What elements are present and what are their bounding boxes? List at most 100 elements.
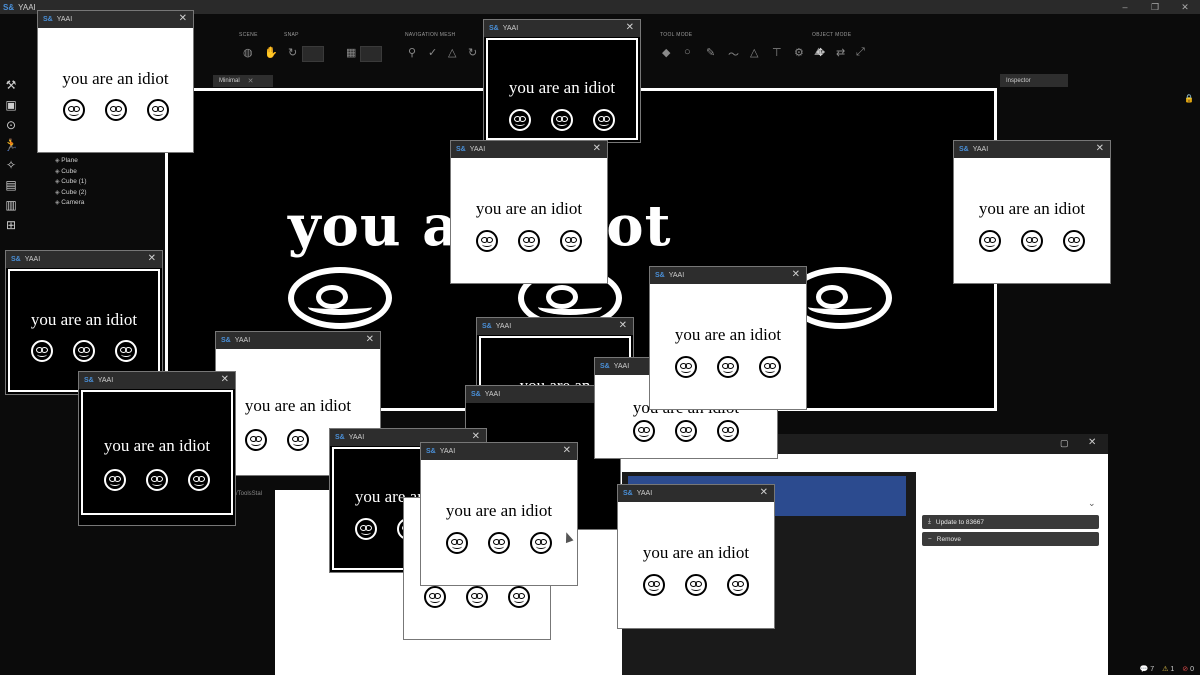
popup-close-icon[interactable]: ✕ [760, 487, 768, 498]
snap-icon[interactable]: ↻ [288, 46, 297, 59]
grid-value-input[interactable] [358, 46, 384, 62]
tab-minimal[interactable]: Minimal ✕ [213, 75, 273, 87]
scale-icon[interactable]: ⤢ [856, 46, 865, 59]
smiley-icon [675, 356, 697, 378]
popup-logo: S& [221, 337, 231, 344]
remove-button[interactable]: − Remove [922, 532, 1099, 546]
popup-close-icon[interactable]: ✕ [792, 269, 800, 280]
popup-close-icon[interactable]: ✕ [1096, 143, 1104, 154]
lock-icon[interactable]: 🔒 [1184, 94, 1194, 103]
tab-close-icon[interactable]: ✕ [248, 77, 254, 85]
close-icon[interactable]: ✕ [1170, 0, 1200, 14]
circle-icon[interactable]: ○ [684, 46, 691, 58]
popup-window[interactable]: S&YAAI ✕ you are an idiot [649, 266, 807, 410]
wand-icon[interactable]: ✧ [0, 158, 22, 178]
move-icon[interactable]: ✥ [816, 46, 825, 59]
smiley-icon [685, 574, 707, 596]
panel-icon[interactable]: ▥ [0, 198, 22, 218]
hand-icon[interactable]: ✋ [264, 46, 278, 59]
popup-close-icon[interactable]: ✕ [626, 22, 634, 33]
popup-logo: S& [11, 256, 21, 263]
smiley-icon [424, 586, 446, 608]
polygon-icon[interactable]: △ [750, 46, 758, 59]
popup-window[interactable]: S&YAAI ✕ you are an idiot [450, 140, 608, 284]
maximize-icon[interactable]: ❐ [1140, 0, 1170, 14]
smiley-icon [287, 429, 309, 451]
smiley-row [404, 586, 550, 608]
rotate-icon[interactable]: ⇄ [836, 46, 845, 59]
smiley-icon [643, 574, 665, 596]
big-smiley-icon [288, 267, 392, 329]
errors-count[interactable]: ⊘ 0 [1182, 665, 1194, 673]
minimize-icon[interactable]: – [1110, 0, 1140, 14]
layout-icon[interactable]: ▤ [0, 178, 22, 198]
popup-close-icon[interactable]: ✕ [179, 13, 187, 24]
line-icon[interactable]: 〜 [728, 46, 739, 62]
update-button[interactable]: ⤓ Update to 83667 [922, 515, 1099, 529]
gear-icon[interactable]: ⚙ [794, 46, 804, 59]
popup-title: YAAI [972, 146, 989, 153]
popup-close-icon[interactable]: ✕ [563, 445, 571, 456]
popup-header: S&YAAI ✕ [216, 332, 380, 349]
smiley-icon [508, 586, 530, 608]
hierarchy-item[interactable]: Camera [55, 198, 87, 209]
smiley-icon [146, 99, 169, 121]
popup-close-icon[interactable]: ✕ [221, 374, 229, 385]
popup-close-icon[interactable]: ✕ [366, 334, 374, 345]
popup-title: YAAI [97, 377, 114, 384]
smiley-icon [476, 230, 498, 252]
close-icon[interactable]: ✕ [1088, 437, 1096, 448]
popup-window[interactable]: S&YAAI ✕ you are an idiot [953, 140, 1111, 284]
smiley-icon [146, 469, 168, 491]
apps-icon[interactable]: ⊞ [0, 218, 22, 238]
triangle-icon[interactable]: △ [448, 46, 456, 59]
smiley-icon [488, 532, 510, 554]
popup-close-icon[interactable]: ✕ [148, 253, 156, 264]
grid-icon[interactable]: ▦ [346, 46, 356, 59]
console-text: /ToolsStal [236, 491, 263, 497]
popup-close-icon[interactable]: ✕ [472, 431, 480, 442]
popup-window[interactable]: S&YAAI ✕ you are an idiot [420, 442, 578, 586]
popup-window[interactable]: S&YAAI ✕ you are an idiot [78, 371, 236, 526]
tools-icon[interactable]: ⚒ [0, 78, 22, 98]
brush-icon[interactable]: ✎ [706, 46, 715, 59]
hierarchy-item[interactable]: Plane [55, 156, 87, 167]
tab-inspector[interactable]: Inspector [1000, 74, 1068, 87]
smiley-icon [188, 469, 210, 491]
check-icon[interactable]: ✓ [428, 46, 437, 59]
popup-title: YAAI [484, 391, 501, 398]
popup-close-icon[interactable]: ✕ [619, 320, 627, 331]
globe-icon[interactable]: ◍ [243, 46, 253, 59]
smiley-icon [633, 420, 655, 442]
maximize-icon[interactable]: ▢ [1060, 438, 1069, 449]
hierarchy-item[interactable]: Cube (1) [55, 177, 86, 188]
hierarchy-item[interactable]: Cube (2) [55, 188, 86, 199]
hierarchy-item[interactable]: Cube [55, 167, 87, 178]
run-icon[interactable]: 🏃 [0, 138, 22, 158]
smiley-row [650, 356, 806, 378]
app-title: YAAI [18, 2, 36, 12]
chevron-down-icon[interactable]: ⌄ [1088, 498, 1096, 509]
popup-logo: S& [471, 391, 481, 398]
warnings-count[interactable]: ⚠ 1 [1162, 665, 1174, 673]
walk-icon[interactable]: ⚲ [408, 46, 416, 59]
target-icon[interactable]: ⊙ [0, 118, 22, 138]
toolbar-group-object-mode: OBJECT MODE [812, 32, 852, 38]
snap-value-input[interactable] [300, 46, 326, 62]
smiley-icon [104, 469, 126, 491]
popup-title: YAAI [234, 337, 251, 344]
popup-close-icon[interactable]: ✕ [593, 143, 601, 154]
layers-icon[interactable]: ◆ [662, 46, 670, 59]
smiley-icon [717, 420, 739, 442]
download-icon: ⤓ [928, 518, 931, 525]
popup-window[interactable]: S&YAAI ✕ you are an idiot [37, 10, 194, 153]
image-icon[interactable]: ▣ [0, 98, 22, 118]
stamp-icon[interactable]: ⊤ [772, 46, 782, 59]
messages-count[interactable]: 💬 7 [1140, 665, 1155, 673]
smiley-icon [551, 109, 573, 131]
popup-logo: S& [489, 25, 499, 32]
refresh-icon[interactable]: ↻ [468, 46, 477, 59]
popup-title: YAAI [439, 448, 456, 455]
popup-window[interactable]: S&YAAI ✕ you are an idiot [617, 484, 775, 629]
popup-window[interactable]: S&YAAI ✕ you are an idiot [483, 19, 641, 143]
